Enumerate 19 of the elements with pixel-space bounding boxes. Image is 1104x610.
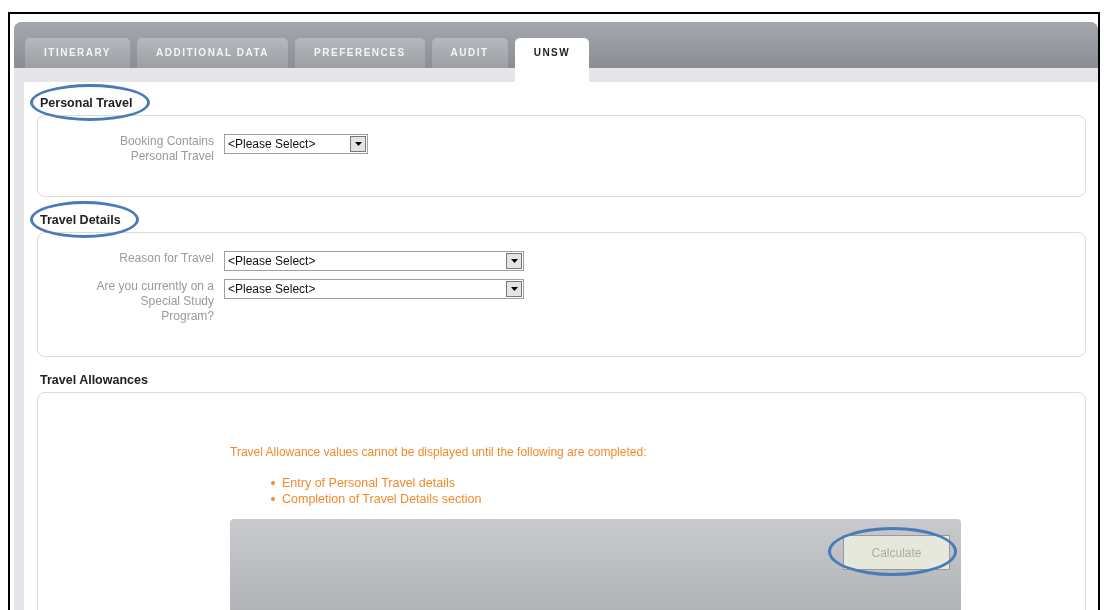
select-field[interactable]: <Please Select> bbox=[224, 251, 524, 271]
tab[interactable]: UNSW bbox=[514, 38, 590, 82]
tab[interactable]: ITINERARY bbox=[25, 38, 131, 68]
section-heading: Personal Travel bbox=[40, 96, 133, 110]
requirement-item: Completion of Travel Details section bbox=[282, 491, 482, 507]
tab[interactable]: PREFERENCES bbox=[295, 38, 425, 68]
warning-message: Travel Allowance values cannot be displayed until the following are completed: bbox=[230, 445, 648, 459]
tab[interactable]: AUDIT bbox=[431, 38, 508, 68]
tab[interactable]: ADDITIONAL DATA bbox=[137, 38, 289, 68]
field-label: Booking Contains Personal Travel bbox=[118, 134, 214, 164]
field-label: Reason for Travel bbox=[118, 251, 214, 266]
requirement-item: Entry of Personal Travel details bbox=[282, 475, 455, 491]
bullet-icon bbox=[271, 481, 275, 485]
field-label: Are you currently on a Special Study Program? bbox=[95, 279, 214, 324]
select-field[interactable]: <Please Select> bbox=[224, 134, 368, 154]
section-heading: Travel Details bbox=[40, 213, 121, 227]
select-field[interactable]: <Please Select> bbox=[224, 279, 524, 299]
bullet-icon bbox=[271, 497, 275, 501]
section-heading: Travel Allowances bbox=[40, 373, 148, 387]
